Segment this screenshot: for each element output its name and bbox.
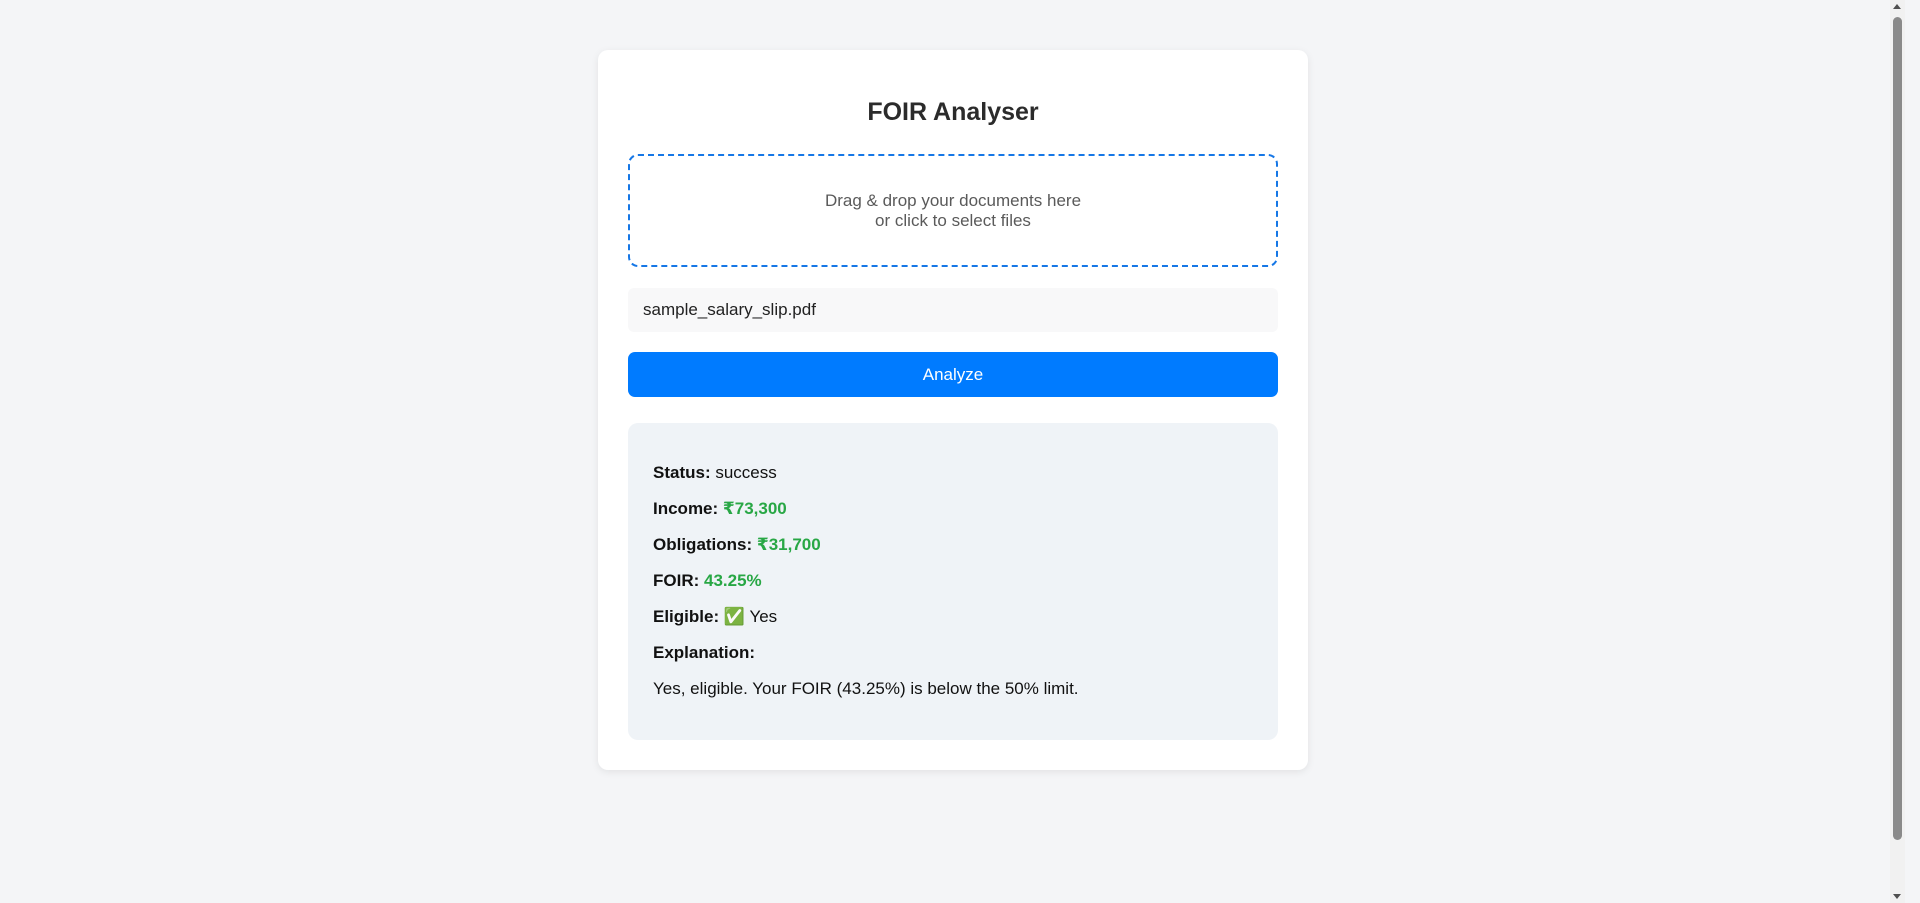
check-icon: ✅ — [723, 607, 750, 626]
explanation-text: Yes, eligible. Your FOIR (43.25%) is bel… — [653, 679, 1079, 698]
explanation-label: Explanation: — [653, 643, 756, 662]
obligations-value: ₹31,700 — [756, 535, 821, 554]
selected-file: sample_salary_slip.pdf — [628, 288, 1278, 332]
income-row: Income: ₹73,300 — [653, 497, 1253, 533]
result-panel: Status: success Income: ₹73,300 Obligati… — [628, 423, 1278, 740]
vertical-scrollbar[interactable] — [1890, 0, 1905, 903]
status-value: success — [715, 463, 777, 482]
obligations-row: Obligations: ₹31,700 — [653, 533, 1253, 569]
scroll-down-arrow-icon[interactable] — [1893, 894, 1901, 899]
file-dropzone[interactable]: Drag & drop your documents here or click… — [628, 154, 1278, 267]
dropzone-text-primary: Drag & drop your documents here — [824, 190, 1082, 210]
income-value: ₹73,300 — [722, 499, 787, 518]
eligible-label: Eligible: — [653, 607, 724, 626]
analyze-button[interactable]: Analyze — [628, 352, 1278, 397]
scrollbar-thumb[interactable] — [1893, 17, 1902, 840]
eligible-value: Yes — [749, 607, 778, 626]
scroll-up-arrow-icon[interactable] — [1893, 4, 1901, 9]
page-title: FOIR Analyser — [867, 98, 1039, 126]
status-label: Status: — [653, 463, 716, 482]
foir-value: 43.25% — [704, 571, 762, 590]
eligible-row: Eligible: ✅ Yes — [653, 605, 1253, 641]
status-row: Status: success — [653, 461, 1253, 497]
page: FOIR Analyser Drag & drop your documents… — [0, 0, 1905, 903]
file-name: sample_salary_slip.pdf — [643, 300, 816, 319]
foir-row: FOIR: 43.25% — [653, 569, 1253, 605]
dropzone-text-secondary: or click to select files — [875, 210, 1031, 230]
explanation-row: Explanation: — [653, 641, 1253, 677]
foir-label: FOIR: — [653, 571, 704, 590]
obligations-label: Obligations: — [653, 535, 757, 554]
income-label: Income: — [653, 499, 723, 518]
explanation-text-row: Yes, eligible. Your FOIR (43.25%) is bel… — [653, 677, 1253, 713]
